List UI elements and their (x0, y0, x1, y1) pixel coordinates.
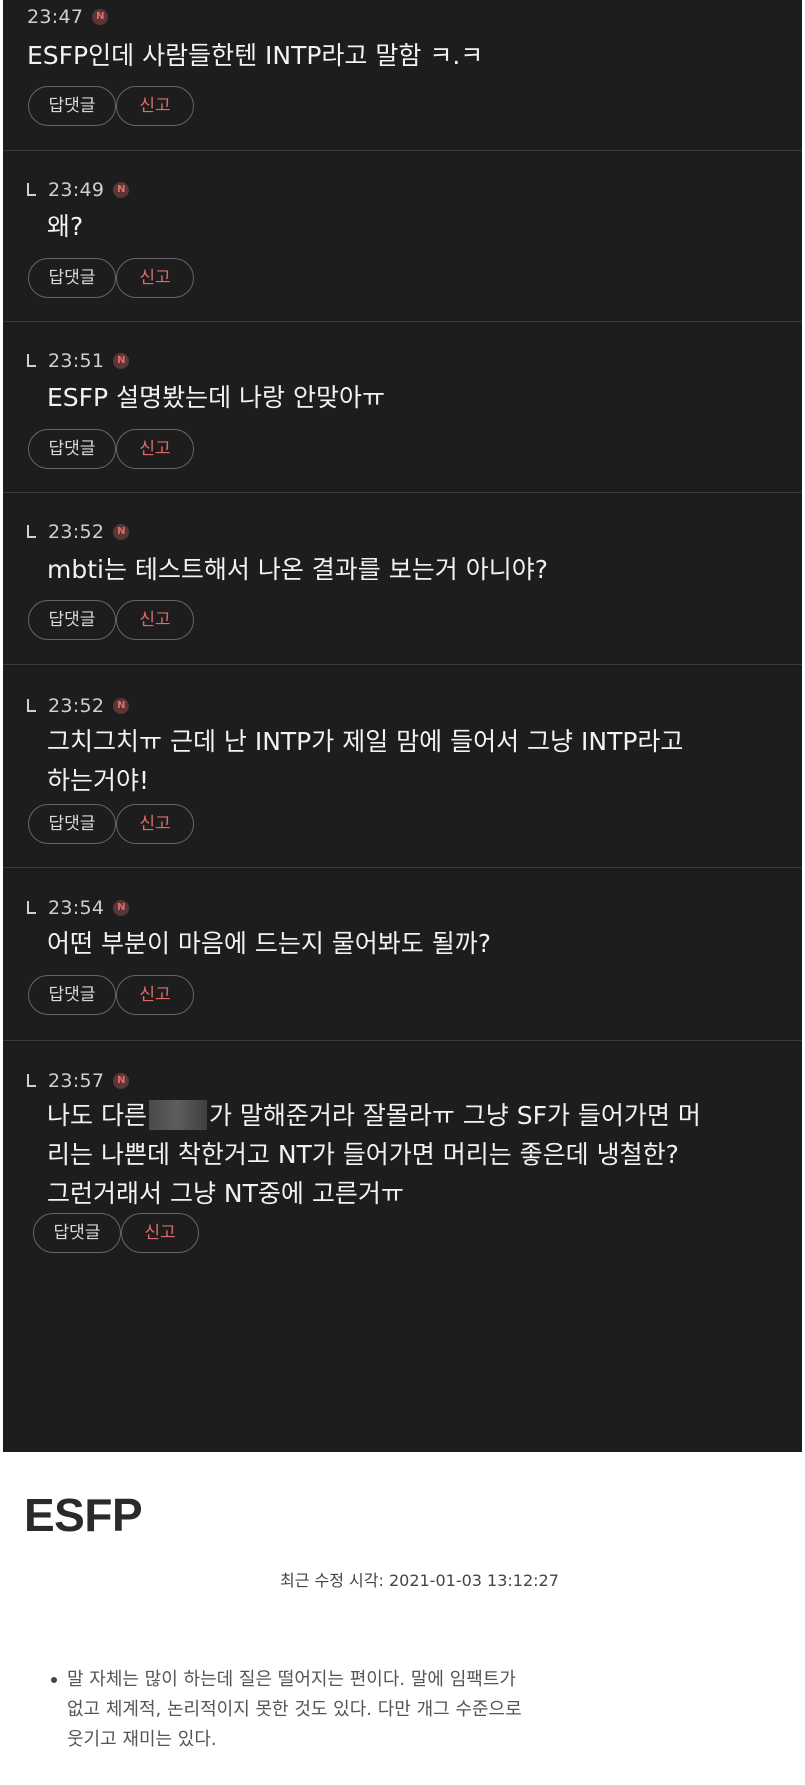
bullet-text: 말 자체는 많이 하는데 질은 떨어지는 편이다. 말에 임팩트가 없고 체계적… (67, 1665, 627, 1755)
comment-item: 23:47 N ESFP인데 사람들한텐 INTP라고 말함 ㅋ.ㅋ 답댓글 신… (3, 0, 802, 151)
reply-arrow-icon (27, 353, 36, 367)
comment-text: mbti는 테스트해서 나온 결과를 보는거 아니야? (47, 550, 548, 589)
comment-meta: 23:51 N (27, 350, 130, 372)
comment-time: 23:49 (48, 179, 105, 201)
reply-button[interactable]: 답댓글 (28, 86, 116, 126)
comment-text: ESFP 설명봤는데 나랑 안맞아ㅠ (47, 378, 385, 417)
reply-arrow-icon (27, 182, 36, 196)
report-button[interactable]: 신고 (116, 600, 194, 640)
reply-button[interactable]: 답댓글 (28, 258, 116, 298)
comment-time: 23:52 (48, 695, 105, 717)
comment-line: ESFP 설명봤는데 나랑 안맞아ㅠ (47, 383, 385, 412)
comment-line: 그치그치ㅠ 근데 난 INTP가 제일 맘에 들어서 그냥 INTP라고 (47, 727, 684, 756)
bullet-dot-icon (51, 1677, 57, 1683)
bullet-line: 없고 체계적, 논리적이지 못한 것도 있다. 다만 개그 수준으로 (67, 1699, 522, 1720)
reply-button[interactable]: 답댓글 (28, 600, 116, 640)
comment-meta: 23:49 N (27, 179, 130, 201)
comment-line: 하는거야! (47, 766, 150, 795)
comment-line: mbti는 테스트해서 나온 결과를 보는거 아니야? (47, 555, 548, 584)
comment-meta: 23:52 N (27, 521, 130, 543)
comment-item: 23:51 N ESFP 설명봤는데 나랑 안맞아ㅠ 답댓글 신고 (3, 322, 802, 493)
comment-line: 어떤 부분이 마음에 드는지 물어봐도 될까? (47, 929, 492, 958)
comment-line: ESFP인데 사람들한텐 INTP라고 말함 ㅋ.ㅋ (27, 41, 484, 70)
report-button[interactable]: 신고 (116, 429, 194, 469)
new-badge-icon: N (113, 698, 130, 714)
reply-arrow-icon (27, 698, 36, 712)
comment-text: ESFP인데 사람들한텐 INTP라고 말함 ㅋ.ㅋ (27, 36, 483, 75)
reply-button[interactable]: 답댓글 (28, 804, 116, 844)
redacted-mosaic (148, 1100, 207, 1130)
new-badge-icon: N (92, 9, 109, 25)
comment-text: 그치그치ㅠ 근데 난 INTP가 제일 맘에 들어서 그냥 INTP라고 하는거… (47, 722, 683, 800)
document-title: ESFP (24, 1489, 143, 1541)
comment-line-start: 나도 다른 (47, 1101, 147, 1130)
comment-line: 왜? (47, 212, 84, 241)
comment-item: 23:54 N 어떤 부분이 마음에 드는지 물어봐도 될까? 답댓글 신고 (3, 868, 802, 1041)
bullet-line: 웃기고 재미는 있다. (67, 1729, 217, 1750)
reply-button[interactable]: 답댓글 (28, 975, 116, 1015)
comment-meta: 23:52 N (27, 695, 130, 717)
comment-time: 23:47 (27, 6, 84, 28)
reply-arrow-icon (27, 524, 36, 538)
reply-button[interactable]: 답댓글 (28, 429, 116, 469)
comment-item: 23:52 N 그치그치ㅠ 근데 난 INTP가 제일 맘에 들어서 그냥 IN… (3, 665, 802, 868)
comment-meta: 23:54 N (27, 897, 130, 919)
report-button[interactable]: 신고 (116, 86, 194, 126)
comment-line: 그런거래서 그냥 NT중에 고른거ㅠ (47, 1179, 404, 1208)
new-badge-icon: N (113, 900, 130, 916)
comment-time: 23:57 (48, 1070, 105, 1092)
comment-item: 23:57 N 나도 다른 가 말해준거라 잘몰라ㅠ 그냥 SF가 들어가면 머 … (3, 1041, 802, 1276)
reply-arrow-icon (27, 900, 36, 914)
new-badge-icon: N (113, 353, 130, 369)
comment-item: 23:52 N mbti는 테스트해서 나온 결과를 보는거 아니야? 답댓글 … (3, 493, 802, 665)
comment-item: 23:49 N 왜? 답댓글 신고 (3, 151, 802, 322)
comment-line-end: 가 말해준거라 잘몰라ㅠ 그냥 SF가 들어가면 머 (208, 1101, 701, 1130)
new-badge-icon: N (113, 524, 130, 540)
comment-meta: 23:47 N (27, 6, 109, 28)
report-button[interactable]: 신고 (116, 258, 194, 298)
comment-meta: 23:57 N (27, 1070, 130, 1092)
new-badge-icon: N (113, 182, 130, 198)
report-button[interactable]: 신고 (116, 804, 194, 844)
comment-time: 23:52 (48, 521, 105, 543)
comment-text: 어떤 부분이 마음에 드는지 물어봐도 될까? (47, 924, 491, 963)
report-button[interactable]: 신고 (121, 1213, 199, 1253)
comment-time: 23:54 (48, 897, 105, 919)
comment-text: 왜? (47, 207, 83, 246)
new-badge-icon: N (113, 1073, 130, 1089)
comment-time: 23:51 (48, 350, 105, 372)
report-button[interactable]: 신고 (116, 975, 194, 1015)
last-edited-time: 최근 수정 시각: 2021-01-03 13:12:27 (280, 1571, 559, 1590)
reply-button[interactable]: 답댓글 (33, 1213, 121, 1253)
comment-line: 리는 나쁜데 착한거고 NT가 들어가면 머리는 좋은데 냉철한? (47, 1140, 679, 1169)
comment-text: 나도 다른 가 말해준거라 잘몰라ㅠ 그냥 SF가 들어가면 머 리는 나쁜데 착… (47, 1096, 701, 1213)
bullet-line: 말 자체는 많이 하는데 질은 떨어지는 편이다. 말에 임팩트가 (67, 1669, 516, 1690)
comment-line: 나도 다른 가 말해준거라 잘몰라ㅠ 그냥 SF가 들어가면 머 (47, 1096, 701, 1135)
comment-thread: 23:47 N ESFP인데 사람들한텐 INTP라고 말함 ㅋ.ㅋ 답댓글 신… (3, 0, 802, 1452)
page: 23:47 N ESFP인데 사람들한텐 INTP라고 말함 ㅋ.ㅋ 답댓글 신… (0, 0, 805, 1785)
reply-arrow-icon (27, 1073, 36, 1087)
